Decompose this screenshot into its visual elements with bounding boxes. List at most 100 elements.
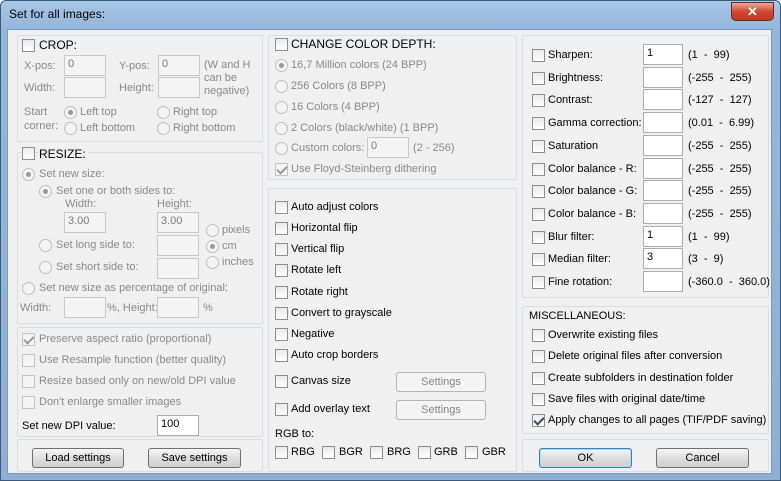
overwrite-checkbox[interactable] [532,329,545,342]
pixels-radio[interactable] [206,224,219,237]
custom-colors-radio[interactable] [275,142,288,155]
rgb-grb-checkbox[interactable] [418,446,431,459]
grayscale-label: Convert to grayscale [291,307,392,319]
rotate-right-checkbox[interactable] [275,286,288,299]
adjust-label: Contrast: [548,94,593,106]
adjust-checkbox[interactable] [532,253,545,266]
adjust-input[interactable] [643,271,683,292]
adjust-input[interactable] [643,112,683,133]
rgb-brg-checkbox[interactable] [370,446,383,459]
short-side-input[interactable] [157,258,199,279]
colors-24bpp-radio[interactable] [275,59,288,72]
adjust-checkbox[interactable] [532,94,545,107]
resize-checkbox[interactable] [22,147,35,160]
title-bar[interactable]: Set for all images: ✕ [1,1,780,29]
left-bottom-radio[interactable] [64,122,77,135]
rgb-gbr-checkbox[interactable] [465,446,478,459]
dont-enlarge-checkbox[interactable] [22,396,35,409]
cm-radio[interactable] [206,240,219,253]
resample-checkbox[interactable] [22,354,35,367]
subfolders-checkbox[interactable] [532,372,545,385]
adjust-checkbox[interactable] [532,117,545,130]
colors-8bpp-radio[interactable] [275,80,288,93]
inches-radio[interactable] [206,256,219,269]
hflip-checkbox[interactable] [275,222,288,235]
adjust-checkbox[interactable] [532,49,545,62]
percentage-radio[interactable] [22,282,35,295]
grayscale-checkbox[interactable] [275,307,288,320]
short-side-label: Set short side to: [56,261,139,273]
pct-width-input[interactable] [64,297,106,318]
crop-height-input[interactable] [158,77,200,98]
pct-height-input[interactable] [157,297,199,318]
adjust-checkbox[interactable] [532,163,545,176]
crop-width-input[interactable] [64,77,106,98]
adjust-checkbox[interactable] [532,231,545,244]
right-bottom-radio[interactable] [157,122,170,135]
adjust-input[interactable]: 3 [643,248,683,269]
adjust-input[interactable] [643,180,683,201]
ypos-input[interactable]: 0 [158,55,200,76]
auto-adjust-checkbox[interactable] [275,201,288,214]
adjust-checkbox[interactable] [532,208,545,221]
canvas-settings-button[interactable]: Settings [396,372,486,392]
crop-width-label: Width: [24,82,56,94]
adjust-label: Blur filter: [548,231,595,243]
adjust-checkbox[interactable] [532,140,545,153]
apply-all-pages-checkbox[interactable] [532,414,545,427]
load-settings-button[interactable]: Load settings [32,448,124,468]
adjust-label: Sharpen: [548,49,593,61]
adjust-checkbox[interactable] [532,72,545,85]
short-side-radio[interactable] [39,261,52,274]
save-settings-button[interactable]: Save settings [148,448,241,468]
left-top-radio[interactable] [64,106,77,119]
preserve-aspect-checkbox[interactable] [22,333,35,346]
resize-width-label: Width: [65,198,97,210]
negative-checkbox[interactable] [275,328,288,341]
ok-button[interactable]: OK [539,448,632,468]
adjust-input[interactable] [643,135,683,156]
cancel-button[interactable]: Cancel [656,448,749,468]
color-depth-label: CHANGE COLOR DEPTH: [291,37,436,51]
overlay-settings-button[interactable]: Settings [396,400,486,420]
overlay-text-checkbox[interactable] [275,403,288,416]
xpos-input[interactable]: 0 [64,55,106,76]
adjust-input[interactable] [643,67,683,88]
rotate-left-checkbox[interactable] [275,264,288,277]
long-side-input[interactable] [157,235,199,256]
adjust-input[interactable]: 1 [643,44,683,65]
color-depth-checkbox[interactable] [275,38,288,51]
pct-mid-label: %, Height: [107,302,158,314]
save-date-checkbox[interactable] [532,393,545,406]
dpi-input[interactable]: 100 [157,415,199,436]
custom-colors-input[interactable]: 0 [367,137,409,158]
set-one-or-both-radio[interactable] [39,185,52,198]
autocrop-checkbox[interactable] [275,349,288,362]
rotate-left-label: Rotate left [291,264,342,276]
colors-1bpp-radio[interactable] [275,122,288,135]
crop-checkbox[interactable] [22,39,35,52]
rgb-bgr-checkbox[interactable] [322,446,335,459]
long-side-radio[interactable] [39,239,52,252]
rgb-rbg-checkbox[interactable] [275,446,288,459]
resize-dpi-checkbox[interactable] [22,375,35,388]
colors-4bpp-radio[interactable] [275,101,288,114]
rgb-bgr-label: BGR [339,446,363,458]
canvas-size-checkbox[interactable] [275,375,288,388]
adjust-input[interactable] [643,158,683,179]
resize-width-input[interactable]: 3.00 [64,212,106,233]
adjust-checkbox[interactable] [532,276,545,289]
adjust-checkbox[interactable] [532,185,545,198]
set-new-size-radio[interactable] [22,168,35,181]
save-date-label: Save files with original date/time [548,393,706,405]
close-button[interactable]: ✕ [731,2,774,21]
resize-height-input[interactable]: 3.00 [157,212,199,233]
adjust-input[interactable]: 1 [643,226,683,247]
vflip-checkbox[interactable] [275,243,288,256]
adjust-label: Saturation [548,140,599,152]
dithering-checkbox[interactable] [275,163,288,176]
adjust-input[interactable] [643,203,683,224]
right-top-radio[interactable] [157,106,170,119]
adjust-input[interactable] [643,89,683,110]
delete-orig-checkbox[interactable] [532,350,545,363]
